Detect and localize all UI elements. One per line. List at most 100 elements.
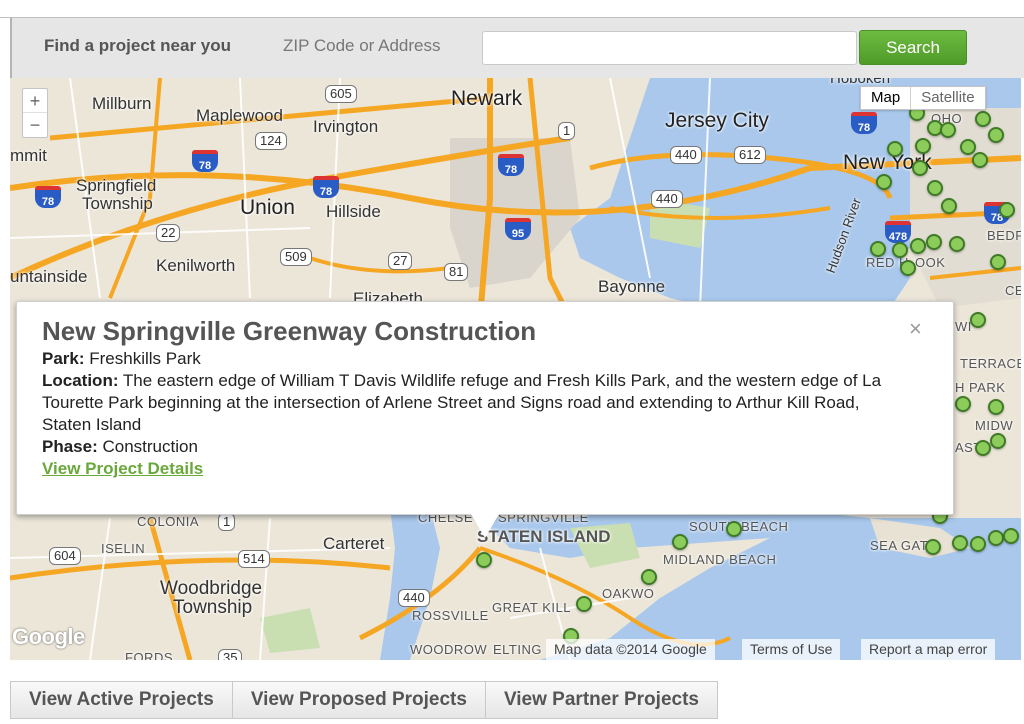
interstate-shield: 78 [851, 112, 877, 134]
project-marker[interactable] [900, 260, 916, 276]
route-shield: 1 [218, 513, 236, 531]
zoom-control: + − [22, 88, 48, 138]
project-marker[interactable] [970, 536, 986, 552]
project-marker[interactable] [641, 569, 657, 585]
project-marker[interactable] [975, 111, 991, 127]
place-label: Newark [451, 87, 523, 110]
project-marker[interactable] [955, 396, 971, 412]
place-label: Hillside [326, 202, 381, 221]
project-marker[interactable] [960, 139, 976, 155]
project-marker[interactable] [990, 254, 1006, 270]
report-map-error-link[interactable]: Report a map error [861, 639, 996, 660]
interstate-shield: 478 [885, 221, 911, 243]
project-marker[interactable] [876, 174, 892, 190]
project-marker[interactable] [952, 535, 968, 551]
project-marker[interactable] [672, 534, 688, 550]
project-marker[interactable] [476, 552, 492, 568]
phase-value: Construction [102, 437, 198, 456]
park-row: Park: Freshkills Park [42, 348, 912, 370]
top-border [0, 0, 1024, 18]
view-proposed-projects-button[interactable]: View Proposed Projects [232, 681, 486, 719]
project-marker[interactable] [1003, 528, 1019, 544]
search-bar: Find a project near you ZIP Code or Addr… [10, 18, 1024, 78]
place-label: Jersey City [665, 109, 769, 132]
place-label: Irvington [313, 117, 379, 136]
location-label: Location: [42, 371, 119, 390]
interstate-shield: 95 [505, 218, 531, 240]
place-label: Millburn [92, 94, 152, 113]
project-marker[interactable] [970, 312, 986, 328]
place-label: Carteret [323, 534, 385, 553]
map-type-control: Map Satellite [860, 86, 986, 110]
place-label: Bayonne [598, 277, 666, 296]
zoom-in-button[interactable]: + [23, 89, 47, 113]
map-type-satellite-button[interactable]: Satellite [911, 87, 984, 109]
project-marker[interactable] [910, 238, 926, 254]
zoom-out-button[interactable]: − [23, 113, 47, 137]
place-label: Township [82, 194, 153, 213]
park-value: Freshkills Park [89, 349, 201, 368]
place-label: H PARK [955, 380, 1006, 395]
route-shield: 440 [398, 589, 430, 607]
place-label: TERRACE [960, 356, 1021, 371]
location-row: Location: The eastern edge of William T … [42, 370, 912, 436]
interstate-shield: 78 [498, 154, 524, 176]
popup-pointer [471, 514, 499, 538]
place-label: OOK [915, 255, 946, 270]
place-label: untainside [10, 267, 88, 286]
place-label: CE [1005, 283, 1021, 298]
route-shield: 35 [218, 649, 243, 660]
interstate-shield: 78 [35, 186, 61, 208]
park-label: Park: [42, 349, 85, 368]
map-view[interactable]: Newark Jersey City New York Millburn Map… [10, 78, 1021, 660]
project-marker[interactable] [949, 236, 965, 252]
close-icon[interactable]: × [909, 316, 922, 342]
project-tabs: View Active Projects View Proposed Proje… [10, 681, 718, 719]
phase-label: Phase: [42, 437, 98, 456]
place-label: Maplewood [196, 106, 283, 125]
project-marker[interactable] [576, 596, 592, 612]
project-marker[interactable] [988, 127, 1004, 143]
zip-address-label: ZIP Code or Address [283, 36, 441, 55]
project-marker[interactable] [927, 180, 943, 196]
project-marker[interactable] [940, 122, 956, 138]
map-type-map-button[interactable]: Map [861, 87, 912, 109]
project-marker[interactable] [990, 433, 1006, 449]
view-project-details-link[interactable]: View Project Details [42, 458, 203, 480]
place-label: Springfield [76, 176, 157, 195]
place-label: Kenilworth [156, 256, 236, 275]
view-active-projects-button[interactable]: View Active Projects [10, 681, 233, 719]
search-button[interactable]: Search [859, 30, 967, 65]
project-marker[interactable] [892, 242, 908, 258]
project-marker[interactable] [926, 234, 942, 250]
place-label: WOODROW [410, 642, 488, 657]
terms-of-use-link[interactable]: Terms of Use [742, 639, 841, 660]
interstate-shield: 78 [192, 150, 218, 172]
project-marker[interactable] [988, 530, 1004, 546]
project-marker[interactable] [941, 198, 957, 214]
project-marker[interactable] [915, 138, 931, 154]
route-shield: 612 [734, 146, 766, 164]
find-project-label: Find a project near you [44, 36, 232, 55]
place-label: OAKWO [602, 586, 655, 601]
project-marker[interactable] [988, 399, 1004, 415]
view-partner-projects-button[interactable]: View Partner Projects [485, 681, 718, 719]
project-marker[interactable] [887, 141, 903, 157]
map-data-attribution: Map data ©2014 Google [546, 639, 715, 660]
project-marker[interactable] [999, 202, 1015, 218]
project-marker[interactable] [870, 241, 886, 257]
project-marker[interactable] [912, 160, 928, 176]
project-marker[interactable] [972, 152, 988, 168]
address-search-input[interactable] [482, 31, 857, 65]
place-label: COLONIA [137, 514, 200, 529]
project-info-popup: New Springville Greenway Construction × … [16, 301, 954, 515]
place-label: MIDLAND BEACH [663, 552, 777, 567]
google-logo: Google [12, 624, 85, 649]
route-shield: 509 [280, 248, 312, 266]
location-value: The eastern edge of William T Davis Wild… [42, 371, 882, 434]
place-label: ISELIN [101, 541, 146, 556]
project-marker[interactable] [925, 539, 941, 555]
project-marker[interactable] [726, 521, 742, 537]
place-label: mmit [10, 146, 47, 165]
project-marker[interactable] [975, 440, 991, 456]
